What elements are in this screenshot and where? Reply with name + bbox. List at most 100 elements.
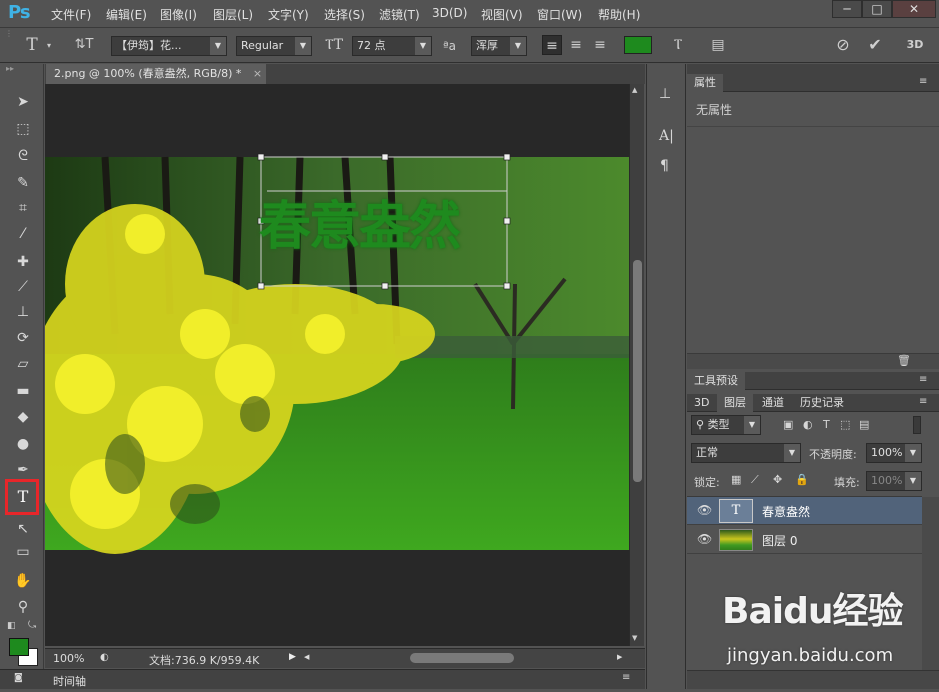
menu-layer[interactable]: 图层(L) — [213, 6, 253, 23]
status-menu-icon[interactable]: ◐ — [100, 652, 109, 663]
move-tool-icon[interactable]: ➤ — [12, 92, 34, 112]
close-tab-icon[interactable]: × — [253, 67, 262, 80]
paragraph-icon[interactable]: ¶ — [660, 158, 669, 174]
canvas-type-layer-text[interactable]: 春意盎然 — [259, 184, 511, 259]
brush-tool-icon[interactable]: ⟋ — [12, 277, 34, 297]
panel-menu-icon[interactable]: ≡ — [919, 76, 927, 87]
lasso-tool-icon[interactable]: ᘓ — [12, 146, 34, 166]
lock-pixels-icon[interactable]: ⟋ — [751, 473, 759, 487]
eye-icon[interactable]: 👁 — [697, 532, 712, 546]
blur-tool-icon[interactable]: ◆ — [12, 407, 34, 427]
vertical-scroll-thumb[interactable] — [633, 260, 642, 482]
tab-channels[interactable]: 通道 — [755, 394, 791, 412]
layer-row-image[interactable]: 👁 图层 0 — [687, 526, 922, 554]
marquee-tool-icon[interactable]: ⬚ — [12, 119, 34, 139]
pen-tool-icon[interactable]: ✒ — [12, 460, 34, 480]
tab-history[interactable]: 历史记录 — [793, 394, 851, 412]
minimize-button[interactable]: ─ — [832, 0, 862, 18]
zoom-level[interactable]: 100% — [53, 652, 84, 665]
type-tool-preset-icon[interactable]: T — [22, 35, 42, 55]
menu-view[interactable]: 视图(V) — [481, 6, 523, 23]
filter-smart-object-icon[interactable]: ▤ — [859, 418, 869, 431]
document-tab[interactable]: 2.png @ 100% (春意盎然, RGB/8) * × — [46, 64, 266, 84]
opacity-input[interactable]: 100% ▼ — [866, 443, 922, 463]
font-family-select[interactable]: 【伊筠】花... ▼ — [111, 36, 227, 56]
character-panel-icon[interactable]: ▤ — [708, 35, 728, 55]
crop-tool-icon[interactable]: ⌗ — [12, 198, 34, 218]
scroll-left-icon[interactable]: ◀ — [304, 653, 309, 661]
zoom-tool-icon[interactable]: ⚲ — [12, 597, 34, 617]
path-selection-tool-icon[interactable]: ↖ — [12, 519, 34, 539]
menu-type[interactable]: 文字(Y) — [268, 6, 309, 23]
vertical-scrollbar[interactable]: ▲ ▼ — [629, 84, 644, 646]
chevron-down-icon[interactable]: ▾ — [47, 41, 51, 50]
history-brush-tool-icon[interactable]: ⟳ — [12, 328, 34, 348]
rectangle-tool-icon[interactable]: ▭ — [12, 542, 34, 562]
menu-help[interactable]: 帮助(H) — [598, 6, 640, 23]
menu-edit[interactable]: 编辑(E) — [106, 6, 147, 23]
horizontal-scroll-thumb[interactable] — [410, 653, 514, 663]
dodge-tool-icon[interactable]: ● — [12, 434, 34, 454]
align-right-icon[interactable]: ≡ — [590, 35, 610, 55]
align-left-icon[interactable]: ≡ — [542, 35, 562, 55]
text-color-swatch[interactable] — [624, 36, 652, 54]
filter-adjustment-icon[interactable]: ◐ — [803, 418, 813, 431]
maximize-button[interactable]: □ — [862, 0, 892, 18]
cancel-icon[interactable]: ⊘ — [833, 35, 853, 55]
status-expand-icon[interactable]: ▶ — [289, 652, 296, 662]
lock-transparency-icon[interactable]: ▦ — [731, 473, 741, 486]
character-icon[interactable]: A| — [659, 128, 674, 144]
close-button[interactable]: ✕ — [892, 0, 936, 18]
blend-mode-select[interactable]: 正常 ▼ — [691, 443, 801, 463]
properties-tab[interactable]: 属性 — [687, 74, 723, 92]
layer-name[interactable]: 图层 0 — [762, 532, 797, 549]
eraser-tool-icon[interactable]: ▱ — [12, 354, 34, 374]
panel-toggle-icon[interactable]: ◙ — [14, 673, 23, 683]
trash-icon[interactable]: 🗑 — [897, 354, 911, 367]
foreground-color-swatch[interactable] — [9, 638, 29, 656]
menu-3d[interactable]: 3D(D) — [432, 6, 467, 20]
fill-input[interactable]: 100% ▼ — [866, 471, 922, 491]
menu-file[interactable]: 文件(F) — [51, 6, 91, 23]
tool-presets-tab[interactable]: 工具预设 — [687, 372, 745, 390]
quick-selection-tool-icon[interactable]: ✎ — [12, 173, 34, 193]
filter-shape-icon[interactable]: ⬚ — [840, 418, 850, 431]
timeline-tab[interactable]: 时间轴 — [53, 673, 86, 689]
menu-window[interactable]: 窗口(W) — [537, 6, 582, 23]
filter-type-icon[interactable]: T — [823, 418, 830, 431]
scroll-up-icon[interactable]: ▲ — [632, 86, 637, 94]
commit-check-icon[interactable]: ✔ — [865, 35, 885, 55]
layer-row-text[interactable]: 👁 T 春意盎然 — [687, 497, 922, 525]
tab-layers[interactable]: 图层 — [717, 394, 753, 412]
lock-position-icon[interactable]: ✥ — [773, 473, 782, 486]
layer-name[interactable]: 春意盎然 — [762, 503, 810, 520]
scroll-right-icon[interactable]: ▶ — [617, 653, 622, 661]
panel-menu-icon[interactable]: ≡ — [919, 396, 927, 407]
canvas-area[interactable]: 春意盎然 — [45, 84, 629, 646]
font-size-select[interactable]: 72 点 ▼ — [352, 36, 432, 56]
eye-icon[interactable]: 👁 — [697, 503, 712, 517]
3d-icon[interactable]: 3D — [905, 35, 925, 55]
default-colors-icon[interactable]: ◧ — [7, 621, 16, 631]
lock-all-icon[interactable]: 🔒 — [795, 473, 809, 486]
tab-3d[interactable]: 3D — [687, 394, 716, 412]
menu-select[interactable]: 选择(S) — [324, 6, 365, 23]
layer-filter-select[interactable]: ⚲ 类型 ▼ — [691, 415, 761, 435]
filter-toggle[interactable] — [913, 416, 921, 434]
panel-menu-icon[interactable]: ≡ — [622, 672, 630, 683]
toggle-orientation-icon[interactable]: ⇅T — [74, 35, 94, 55]
menu-image[interactable]: 图像(I) — [160, 6, 197, 23]
warp-text-icon[interactable]: Ⲧ — [668, 35, 688, 55]
gradient-tool-icon[interactable]: ▬ — [12, 381, 34, 401]
scroll-down-icon[interactable]: ▼ — [632, 634, 637, 642]
panel-menu-icon[interactable]: ≡ — [919, 374, 927, 385]
hand-tool-icon[interactable]: ✋ — [12, 571, 34, 591]
filter-pixel-icon[interactable]: ▣ — [783, 418, 793, 431]
menu-filter[interactable]: 滤镜(T) — [379, 6, 420, 23]
align-center-icon[interactable]: ≡ — [566, 35, 586, 55]
healing-brush-tool-icon[interactable]: ✚ — [12, 252, 34, 272]
eyedropper-tool-icon[interactable]: ⁄ — [12, 224, 34, 244]
antialias-select[interactable]: 浑厚 ▼ — [471, 36, 527, 56]
swap-colors-icon[interactable]: ⤿ — [28, 620, 36, 631]
font-style-select[interactable]: Regular ▼ — [236, 36, 312, 56]
